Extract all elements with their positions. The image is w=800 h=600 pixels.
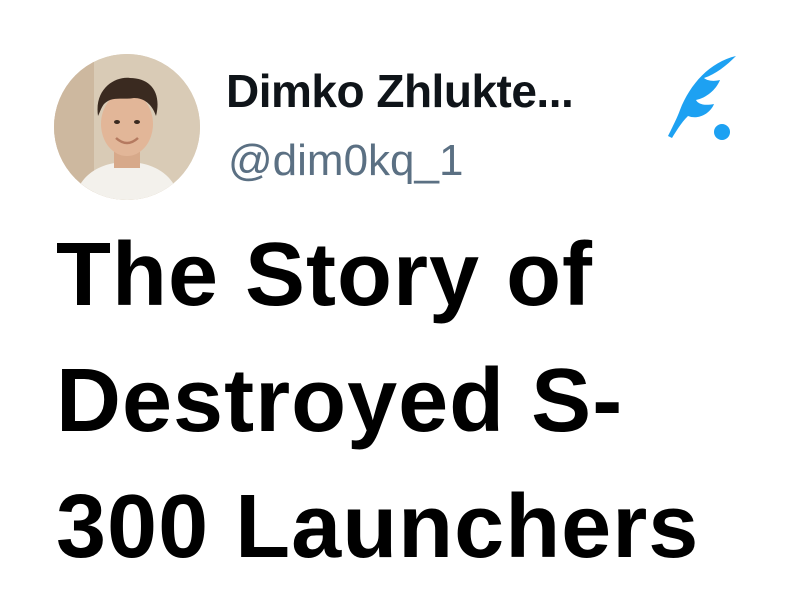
title-line: 300 Launchers	[56, 477, 700, 577]
author-avatar[interactable]	[54, 54, 200, 200]
title-line: The Story of	[56, 225, 594, 325]
tweet-card: Dimko Zhlukte... @dim0kq_1 The Story of …	[0, 0, 800, 600]
avatar-photo	[54, 54, 200, 200]
author-handle[interactable]: @dim0kq_1	[228, 136, 463, 186]
author-name[interactable]: Dimko Zhlukte...	[226, 64, 574, 118]
title-line: Destroyed S-	[56, 351, 624, 451]
author-header: Dimko Zhlukte... @dim0kq_1	[54, 54, 754, 200]
post-title: The Story of Destroyed S- 300 Launchers	[56, 212, 776, 590]
quill-feather-icon	[664, 54, 738, 144]
